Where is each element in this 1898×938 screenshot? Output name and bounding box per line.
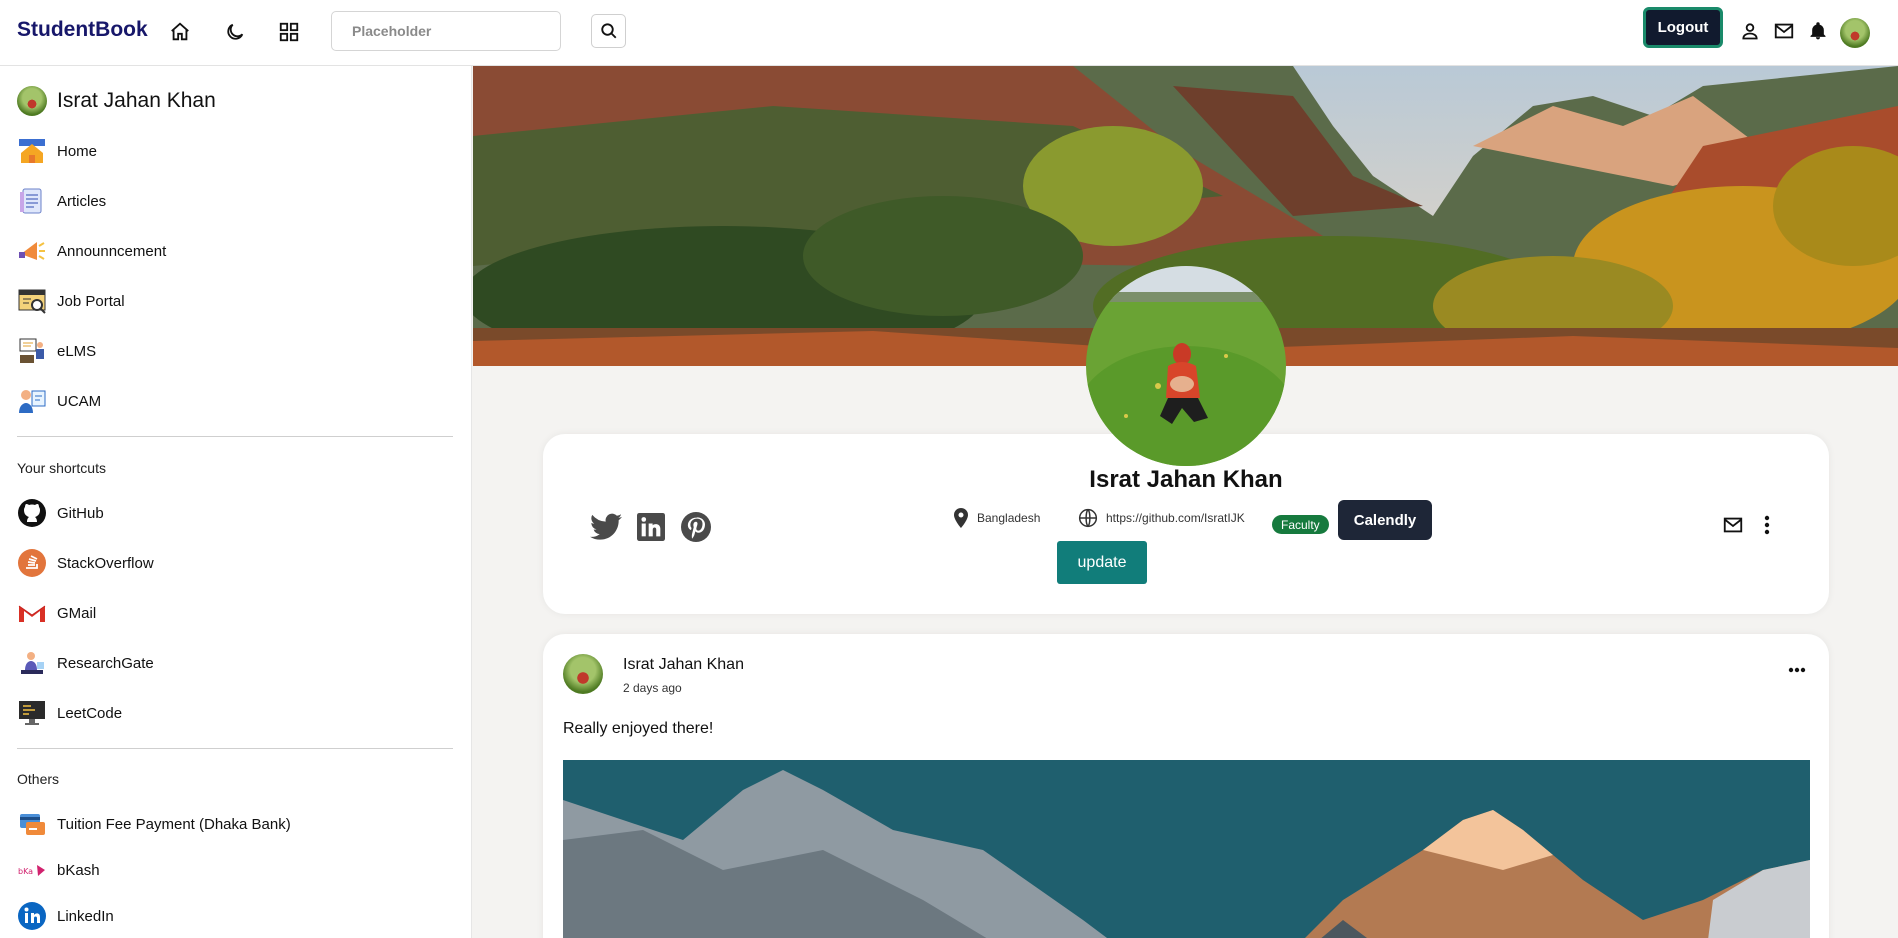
send-message-mail-icon[interactable] [1720, 512, 1746, 538]
kebab-menu-icon[interactable] [1754, 512, 1780, 538]
search-icon [600, 23, 616, 39]
bkash-icon: bKa [17, 855, 47, 885]
apps-grid-icon[interactable] [275, 18, 303, 46]
messages-mail-icon[interactable] [1771, 18, 1797, 44]
sidebar-item-announcement[interactable]: Announncement [17, 236, 166, 266]
sidebar-item-label: Tuition Fee Payment (Dhaka Bank) [57, 815, 291, 833]
sidebar-item-tuition-fee[interactable]: Tuition Fee Payment (Dhaka Bank) [17, 809, 291, 839]
sidebar-item-label: bKash [57, 861, 100, 879]
linkedin-social-icon[interactable] [634, 510, 668, 544]
sidebar-item-linkedin[interactable]: LinkedIn [17, 901, 114, 931]
sidebar-item-label: GMail [57, 604, 97, 622]
ucam-icon [17, 386, 47, 416]
top-navbar: StudentBook Logout [0, 0, 1898, 66]
sidebar-user-name: Israt Jahan Khan [57, 89, 216, 112]
post-text: Really enjoyed there! [563, 720, 714, 737]
sidebar-divider [17, 436, 453, 437]
dark-mode-icon[interactable] [221, 18, 249, 46]
location-pin-icon [954, 508, 968, 528]
articles-icon [17, 186, 47, 216]
sidebar-item-label: StackOverflow [57, 554, 154, 572]
megaphone-icon [17, 236, 47, 266]
sidebar-item-label: GitHub [57, 504, 104, 522]
sidebar-item-label: Job Portal [57, 292, 125, 310]
profile-website-link[interactable]: https://github.com/IsratIJK [1106, 511, 1245, 525]
sidebar-item-stackoverflow[interactable]: StackOverflow [17, 548, 154, 578]
globe-icon [1078, 508, 1098, 528]
sidebar-avatar [17, 86, 47, 116]
calendly-button[interactable]: Calendly [1338, 500, 1432, 540]
sidebar-item-label: Home [57, 142, 98, 160]
sidebar-item-ucam[interactable]: UCAM [17, 386, 101, 416]
search-input[interactable] [331, 11, 561, 51]
home-nav-icon[interactable] [166, 18, 194, 46]
left-sidebar: Israt Jahan Khan Home Articles Announnce… [0, 66, 472, 938]
post-card: Israt Jahan Khan 2 days ago Really enjoy… [543, 634, 1829, 938]
profile-name: Israt Jahan Khan [1089, 466, 1283, 493]
sidebar-item-label: LinkedIn [57, 907, 114, 925]
pinterest-icon[interactable] [679, 510, 713, 544]
profile-location: Bangladesh [953, 507, 1040, 529]
profile-picture[interactable] [1086, 266, 1286, 466]
elms-icon [17, 336, 47, 366]
post-image[interactable] [563, 760, 1810, 938]
sidebar-item-elms[interactable]: eLMS [17, 336, 96, 366]
nav-avatar[interactable] [1840, 18, 1870, 48]
linkedin-icon [17, 901, 47, 931]
github-icon [17, 498, 47, 528]
sidebar-item-label: ResearchGate [57, 654, 154, 672]
gmail-icon [17, 598, 47, 628]
others-heading: Others [17, 771, 60, 787]
sidebar-item-job-portal[interactable]: Job Portal [17, 286, 125, 316]
payment-card-icon [17, 809, 47, 839]
sidebar-item-label: Announncement [57, 242, 167, 260]
sidebar-divider [17, 748, 453, 749]
home-icon [17, 136, 47, 166]
post-timestamp: 2 days ago [623, 681, 682, 695]
sidebar-item-researchgate[interactable]: ResearchGate [17, 648, 154, 678]
role-badge: Faculty [1272, 515, 1329, 534]
logout-button[interactable]: Logout [1643, 7, 1723, 48]
post-author-name[interactable]: Israt Jahan Khan [623, 656, 744, 674]
brand-logo[interactable]: StudentBook [17, 18, 148, 42]
sidebar-item-gmail[interactable]: GMail [17, 598, 96, 628]
sidebar-item-home[interactable]: Home [17, 136, 97, 166]
profile-website[interactable]: https://github.com/IsratIJK [1078, 507, 1245, 529]
leetcode-icon [17, 698, 47, 728]
sidebar-item-label: eLMS [57, 342, 97, 360]
search-button[interactable] [591, 14, 626, 48]
post-options-icon[interactable] [1783, 660, 1811, 680]
shortcuts-heading: Your shortcuts [17, 460, 106, 476]
sidebar-user[interactable]: Israt Jahan Khan [17, 86, 216, 116]
researchgate-icon [17, 648, 47, 678]
job-portal-icon [17, 286, 47, 316]
stackoverflow-icon [17, 548, 47, 578]
profile-person-icon[interactable] [1737, 18, 1763, 44]
sidebar-item-github[interactable]: GitHub [17, 498, 104, 528]
update-button[interactable]: update [1057, 541, 1147, 584]
profile-location-text: Bangladesh [977, 511, 1041, 525]
sidebar-item-leetcode[interactable]: LeetCode [17, 698, 122, 728]
sidebar-item-label: Articles [57, 192, 107, 210]
sidebar-item-label: UCAM [57, 392, 102, 410]
svg-text:bKa: bKa [18, 867, 33, 876]
sidebar-item-articles[interactable]: Articles [17, 186, 106, 216]
notifications-bell-icon[interactable] [1805, 18, 1831, 44]
sidebar-item-bkash[interactable]: bKa bKash [17, 855, 100, 885]
twitter-icon[interactable] [589, 510, 623, 544]
sidebar-item-label: LeetCode [57, 704, 123, 722]
post-author-avatar[interactable] [563, 654, 603, 694]
